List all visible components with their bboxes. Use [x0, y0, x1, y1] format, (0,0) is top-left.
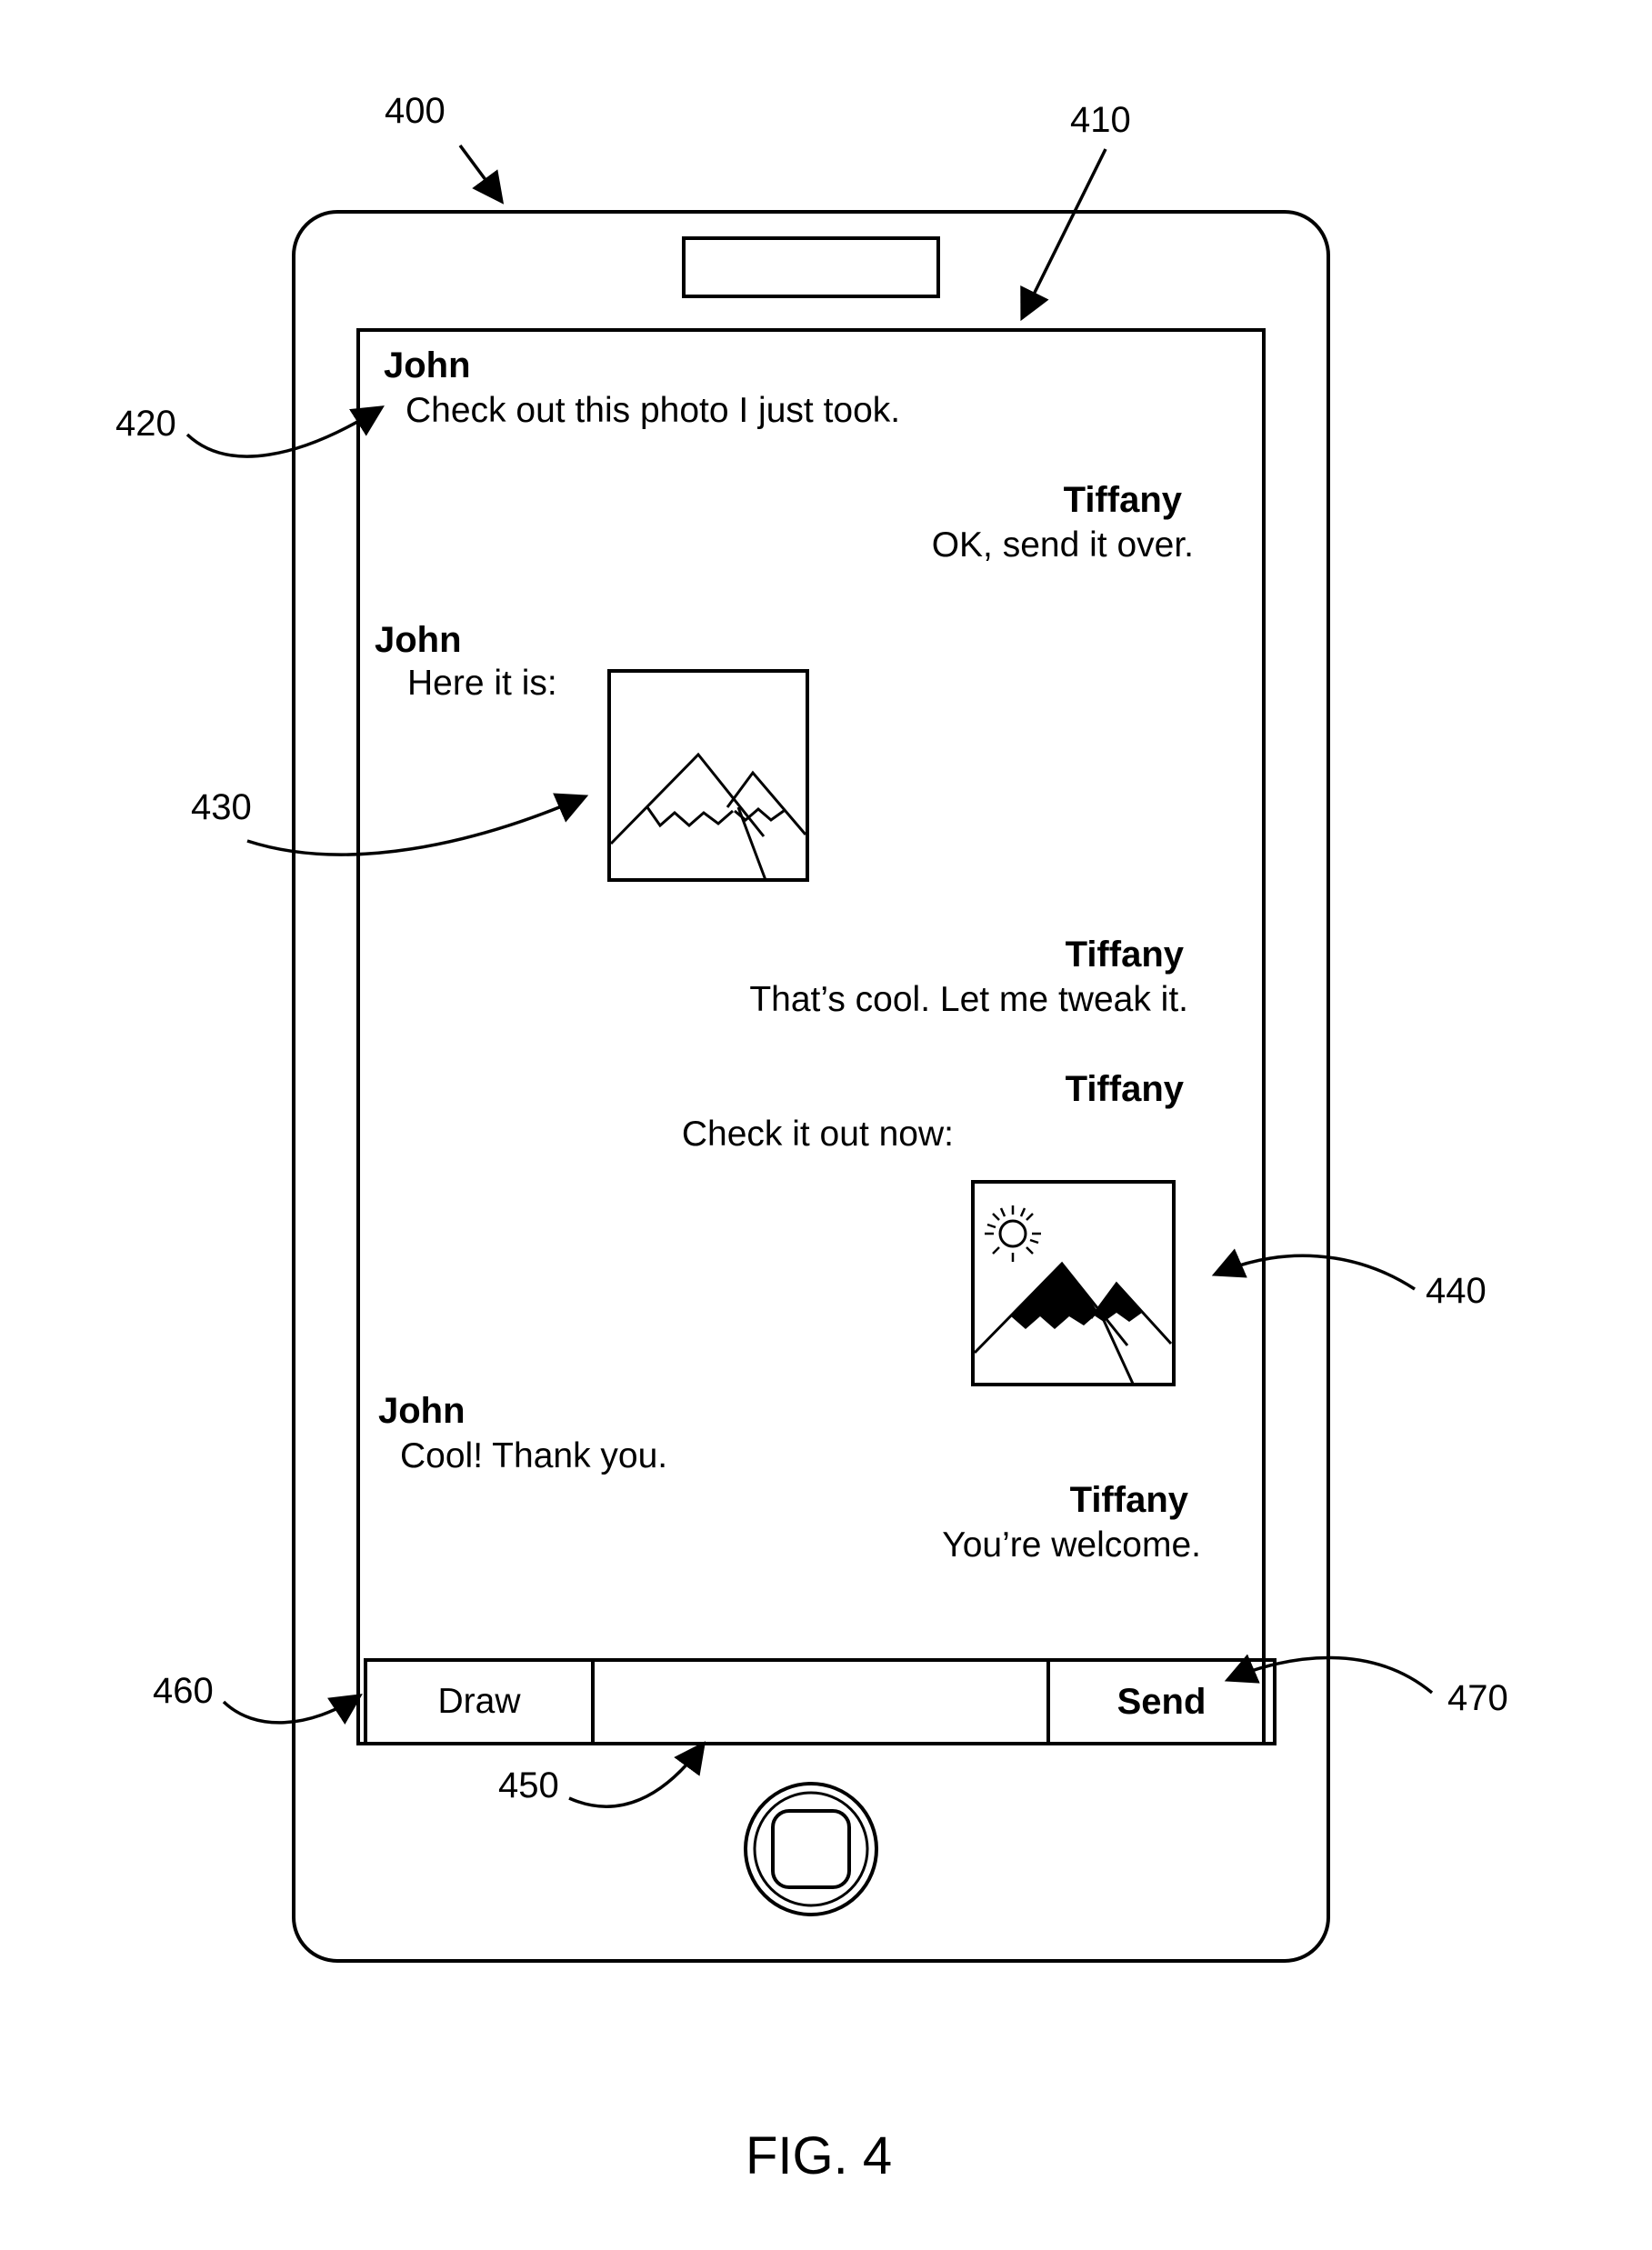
message-text: Check it out now: [682, 1115, 954, 1155]
mountain-photo-icon[interactable] [609, 671, 807, 880]
message-sender: John [378, 1391, 466, 1432]
ref-text-input: 450 [498, 1765, 559, 1806]
message-text: That’s cool. Let me tweak it. [749, 980, 1188, 1020]
send-button[interactable]: Send [1050, 1662, 1273, 1742]
mountain-photo-with-sun-icon[interactable] [973, 1182, 1174, 1385]
message-text: Here it is: [407, 664, 557, 704]
message-sender: Tiffany [1066, 1069, 1184, 1110]
ref-received-image: 430 [191, 787, 252, 828]
ref-edited-image: 440 [1426, 1271, 1487, 1312]
ref-message: 420 [115, 404, 176, 445]
draw-button[interactable]: Draw [367, 1662, 591, 1742]
figure-caption: FIG. 4 [746, 2125, 892, 2186]
ref-screen: 410 [1070, 100, 1131, 141]
message-sender: John [375, 620, 462, 661]
message-sender: John [384, 345, 471, 386]
message-sender: Tiffany [1070, 1480, 1188, 1521]
speaker-slot-icon [684, 238, 938, 296]
ref-send-button: 470 [1447, 1678, 1508, 1719]
ref-draw-button: 460 [153, 1671, 214, 1712]
message-text: OK, send it over. [932, 525, 1194, 565]
message-sender: Tiffany [1066, 935, 1184, 975]
message-input[interactable] [596, 1664, 1047, 1742]
home-button-icon[interactable] [746, 1784, 876, 1915]
message-text: Cool! Thank you. [400, 1436, 667, 1476]
message-text: You’re welcome. [942, 1525, 1201, 1565]
ref-device: 400 [385, 91, 446, 132]
message-sender: Tiffany [1064, 480, 1182, 521]
message-text: Check out this photo I just took. [405, 391, 900, 431]
